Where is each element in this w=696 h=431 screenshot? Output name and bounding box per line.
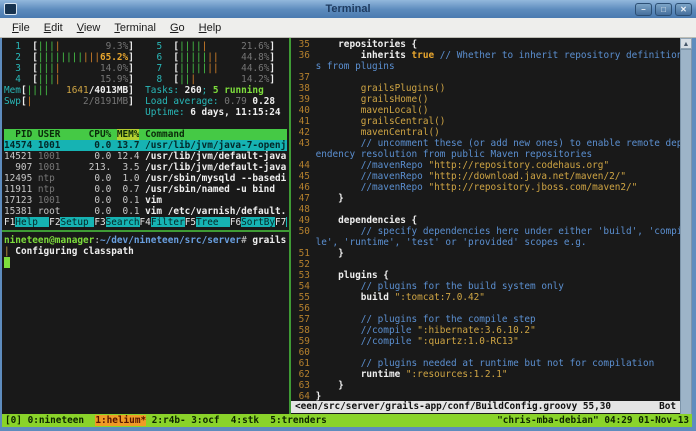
htop-line: Swp[| 2/8191MB] Load average: 0.79 0.28 [4,96,275,107]
vim-scroll-position: Bot [659,401,676,412]
tmux-host-clock: "chris-mba-debian" 04:29 01-Nov-13 [497,415,689,426]
vim-code-line: 38 grailsPlugins() [293,83,446,94]
scrollbar-thumb[interactable] [680,49,692,416]
close-button[interactable]: ✕ [675,2,692,16]
vim-code-line: 36 inherits true // Whether to inherit r… [293,50,680,61]
menu-item-go[interactable]: Go [163,20,192,36]
vim-code-line: 37 [293,72,316,83]
vim-code-line: 59 //compile ":quartz:1.0-RC13" [293,336,519,347]
maximize-button[interactable]: □ [655,2,672,16]
vim-code-line: 50 // specify dependencies here under ei… [293,226,680,237]
scrollbar[interactable]: ▲ ▼ [680,38,692,427]
vim-code-line: 43 // uncomment these (or add new ones) … [293,138,680,149]
htop-line: 12495 ntp 0.0 1.0 /usr/sbin/mysqld --bas… [4,173,287,184]
vim-code-line: endency resolution from public Maven rep… [315,149,593,160]
htop-line: 4 [|||| 15.9%] 8 [||| 14.2%] [4,74,276,85]
terminal-app-icon [4,3,17,15]
shell-line [4,257,287,268]
htop-line: 17123 1001 0.0 0.1 vim [4,195,163,206]
htop-line: F1Help F2Setup F3SearchF4FilterF5Tree F6… [4,217,287,227]
vim-code-line: 62 runtime ":resources:1.2.1" [293,369,508,380]
menu-item-edit[interactable]: Edit [37,20,70,36]
htop-line [4,118,287,129]
vim-code-line: 41 grailsCentral() [293,116,446,127]
vim-code-line: 47 } [293,193,344,204]
window-title: Terminal [325,3,371,15]
vim-code-line: 49 dependencies { [293,215,418,226]
htop-line: Mem[|||| 1641/4013MB] Tasks: 260; 5 runn… [4,85,264,96]
scroll-up-icon[interactable]: ▲ [680,38,692,49]
vim-code-line: 39 grailsHome() [293,94,429,105]
menu-item-terminal[interactable]: Terminal [107,20,163,36]
terminal-window: Terminal – □ ✕ File Edit View Terminal Go Hel… [0,0,696,431]
shell-line: | Configuring classpath [4,246,134,257]
htop-line: 907 1001 213. 3.5 /usr/lib/jvm/default-j… [4,162,287,173]
vim-code-line: 52 [293,259,316,270]
titlebar[interactable]: Terminal – □ ✕ [0,0,696,18]
shell-line: nineteen@manager:~/dev/nineteen/src/serv… [4,235,287,246]
vim-code-line: 40 mavenLocal() [293,105,429,116]
vim-code-line: 48 [293,204,316,215]
vim-code-line: 46 //mavenRepo "http://repository.jboss.… [293,182,638,193]
vim-code-line: 51 } [293,248,344,259]
vim-code-line: 61 // plugins needed at runtime but not … [293,358,655,369]
htop-line: 11911 ntp 0.0 0.7 /usr/sbin/named -u bin… [4,184,275,195]
vim-code-line: 54 // plugins for the build system only [293,281,564,292]
htop-line: 2 [|||||||||||65.2%] 6 [||||||| 44.8%] [4,52,276,63]
htop-line: Uptime: 6 days, 11:15:24 [145,107,281,118]
vim-code-line: 60 [293,347,316,358]
terminal-content: 1 [|||| 9.3%] 5 [||||| 21.6%] 2 [|||||||… [2,38,680,414]
vim-code-line: 56 [293,303,316,314]
htop-line: PID USER CPU% MEM% Command [4,129,287,140]
vim-pane[interactable]: 35 repositories { 36 inherits true // Wh… [291,38,680,414]
vim-code-line: 55 build ":tomcat:7.0.42" [293,292,485,303]
htop-pane[interactable]: 1 [|||| 9.3%] 5 [||||| 21.6%] 2 [|||||||… [2,38,289,227]
htop-line: 15381 root 0.0 0.1 vim /etc/varnish/defa… [4,206,287,217]
menu-item-file[interactable]: File [5,20,37,36]
htop-line: 14574 1001 0.0 13.7 /usr/lib/jvm/java-7-… [4,140,287,151]
minimize-button[interactable]: – [635,2,652,16]
vim-code-line: s from plugins [315,61,395,72]
vim-filename-ruler: <een/src/server/grails-app/conf/BuildCon… [295,401,612,412]
vim-code-line: 58 //compile ":hibernate:3.6.10.2" [293,325,536,336]
menubar: File Edit View Terminal Go Help [0,18,696,38]
vim-code-line: 42 mavenCentral() [293,127,440,138]
vim-code-line: 35 repositories { [293,39,418,50]
menu-item-view[interactable]: View [70,20,108,36]
tmux-window-list[interactable]: [0] 0:nineteen 1:helium* 2:r4b- 3:ocf 4:… [5,414,327,427]
vim-code-line: 53 plugins { [293,270,389,281]
menu-item-help[interactable]: Help [192,20,229,36]
vim-code-line: 57 // plugins for the compile step [293,314,536,325]
htop-line: 1 [|||| 9.3%] 5 [||||| 21.6%] [4,41,276,52]
vim-statusline: <een/src/server/grails-app/conf/BuildCon… [291,401,680,413]
shell-pane[interactable]: nineteen@manager:~/dev/nineteen/src/serv… [2,232,289,414]
vim-code-line: 45 //mavenRepo "http://download.java.net… [293,171,627,182]
htop-line: 3 [|||| 14.0%] 7 [||||||| 44.6%] [4,63,276,74]
vim-code-line: le', 'runtime', 'test' or 'provided' sco… [315,237,587,248]
tmux-status-bar[interactable]: [0] 0:nineteen 1:helium* 2:r4b- 3:ocf 4:… [2,414,692,427]
vim-code-line: 63 } [293,380,344,391]
vim-code-line: 44 //mavenRepo "http://repository.codeha… [293,160,610,171]
htop-line: 14521 1001 0.0 12.4 /usr/lib/jvm/default… [4,151,287,162]
